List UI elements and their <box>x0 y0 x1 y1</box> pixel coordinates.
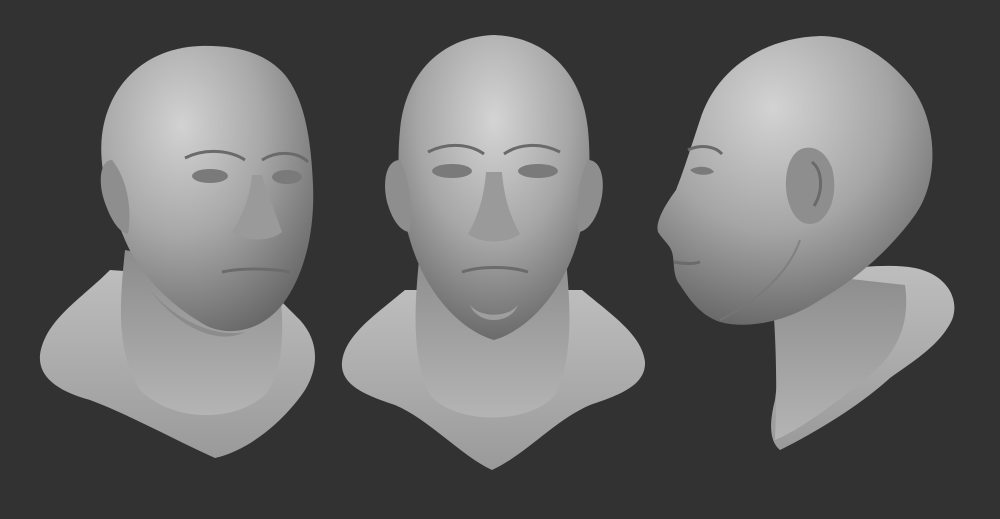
left-eye <box>192 169 228 183</box>
sculpt-render <box>0 0 1000 519</box>
right-eye <box>272 170 302 184</box>
ear <box>785 147 835 224</box>
front-view <box>341 35 646 470</box>
three-quarter-view <box>39 45 316 458</box>
left-eye <box>432 164 472 178</box>
mouth <box>673 260 701 265</box>
right-eye <box>518 164 558 178</box>
sculpt-render-svg <box>39 35 955 470</box>
side-view <box>657 36 955 450</box>
